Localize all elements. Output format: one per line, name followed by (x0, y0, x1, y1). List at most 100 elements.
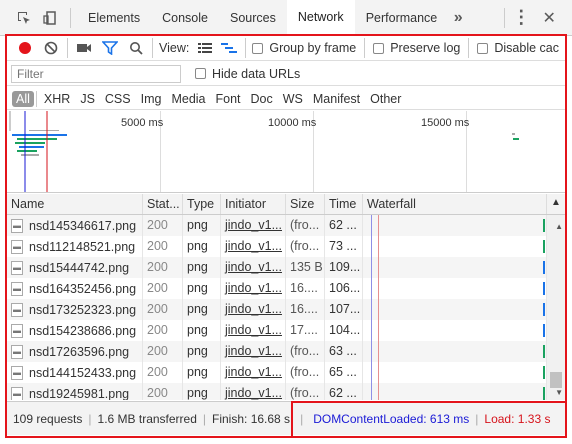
scroll-up-icon[interactable]: ▲ (555, 222, 563, 231)
device-toolbar-icon[interactable] (40, 8, 60, 28)
disable-cache-checkbox[interactable]: Disable cac (477, 41, 559, 55)
type-filter-font[interactable]: Font (211, 92, 246, 106)
request-name: nsd19245981.png (29, 386, 130, 401)
request-initiator[interactable]: jindo_v1... (221, 215, 286, 236)
column-size[interactable]: Size (286, 194, 325, 214)
type-filter-doc[interactable]: Doc (246, 92, 278, 106)
table-row[interactable]: ▬ nsd154238686.png 200 png jindo_v1... 1… (7, 320, 565, 341)
type-filter-manifest[interactable]: Manifest (308, 92, 365, 106)
request-name-cell[interactable]: ▬ nsd144152433.png (7, 362, 143, 383)
group-by-frame-label: Group by frame (269, 41, 357, 55)
scrollbar-track[interactable] (547, 236, 565, 257)
search-icon[interactable] (126, 38, 146, 58)
request-time: 107... (325, 299, 363, 320)
request-name: nsd144152433.png (29, 365, 137, 380)
group-by-frame-checkbox[interactable]: Group by frame (252, 41, 356, 55)
checkbox-box[interactable] (373, 42, 385, 54)
type-filter-all[interactable]: All (12, 90, 34, 107)
type-filter-css[interactable]: CSS (100, 92, 136, 106)
request-initiator[interactable]: jindo_v1... (221, 236, 286, 257)
scrollbar-track[interactable] (547, 299, 565, 320)
capture-screenshots-icon[interactable] (74, 38, 94, 58)
more-tabs-icon[interactable]: » (448, 8, 468, 28)
request-initiator[interactable]: jindo_v1... (221, 257, 286, 278)
toolbar-divider (70, 7, 71, 28)
close-icon[interactable]: ✕ (539, 8, 559, 28)
column-waterfall[interactable]: Waterfall (363, 194, 547, 214)
load-marker (378, 383, 379, 400)
column-type[interactable]: Type (183, 194, 221, 214)
checkbox-box[interactable] (195, 68, 206, 79)
inspect-element-icon[interactable] (14, 8, 34, 28)
request-size: (fro... (286, 236, 325, 257)
request-name-cell[interactable]: ▬ nsd173252323.png (7, 299, 143, 320)
request-name-cell[interactable]: ▬ nsd154238686.png (7, 320, 143, 341)
request-initiator[interactable]: jindo_v1... (221, 299, 286, 320)
tab-sources[interactable]: Sources (219, 0, 287, 36)
dcl-marker (371, 257, 372, 278)
dcl-marker (371, 383, 372, 400)
table-row[interactable]: ▬ nsd19245981.png 200 png jindo_v1... (f… (7, 383, 565, 400)
kebab-menu-icon[interactable]: ⋮ (511, 7, 531, 28)
scrollbar-track[interactable] (547, 278, 565, 299)
column-name[interactable]: Name (7, 194, 143, 214)
scrollbar-thumb[interactable] (550, 372, 562, 388)
request-type: png (183, 362, 221, 383)
request-initiator[interactable]: jindo_v1... (221, 278, 286, 299)
request-name-cell[interactable]: ▬ nsd164352456.png (7, 278, 143, 299)
type-filter-media[interactable]: Media (166, 92, 210, 106)
request-initiator[interactable]: jindo_v1... (221, 362, 286, 383)
scrollbar-track[interactable] (547, 257, 565, 278)
request-status: 200 (143, 341, 183, 362)
tab-console[interactable]: Console (151, 0, 219, 36)
filter-row: Hide data URLs (7, 62, 565, 86)
type-filter-xhr[interactable]: XHR (39, 92, 75, 106)
scrollbar-track[interactable] (547, 341, 565, 362)
column-initiator[interactable]: Initiator (221, 194, 286, 214)
request-name-cell[interactable]: ▬ nsd17263596.png (7, 341, 143, 362)
table-row[interactable]: ▬ nsd17263596.png 200 png jindo_v1... (f… (7, 341, 565, 362)
filter-icon[interactable] (100, 38, 120, 58)
request-name-cell[interactable]: ▬ nsd15444742.png (7, 257, 143, 278)
request-time: 62 ... (325, 383, 363, 400)
column-status[interactable]: Stat... (143, 194, 183, 214)
table-row[interactable]: ▬ nsd144152433.png 200 png jindo_v1... (… (7, 362, 565, 383)
scroll-down-icon[interactable]: ▼ (555, 388, 563, 397)
type-filter-ws[interactable]: WS (278, 92, 308, 106)
record-icon[interactable] (15, 38, 35, 58)
request-name-cell[interactable]: ▬ nsd145346617.png (7, 215, 143, 236)
type-filter-img[interactable]: Img (136, 92, 167, 106)
timeline-overview[interactable]: 5000 ms 10000 ms 15000 ms (7, 111, 565, 193)
table-row[interactable]: ▬ nsd173252323.png 200 png jindo_v1... 1… (7, 299, 565, 320)
preserve-log-checkbox[interactable]: Preserve log (373, 41, 460, 55)
table-row[interactable]: ▬ nsd15444742.png 200 png jindo_v1... 13… (7, 257, 565, 278)
request-name: nsd154238686.png (29, 323, 137, 338)
waterfall-view-icon[interactable] (219, 38, 239, 58)
table-row[interactable]: ▬ nsd112148521.png 200 png jindo_v1... (… (7, 236, 565, 257)
table-row[interactable]: ▬ nsd164352456.png 200 png jindo_v1... 1… (7, 278, 565, 299)
request-time: 62 ... (325, 215, 363, 236)
request-initiator[interactable]: jindo_v1... (221, 320, 286, 341)
clear-icon[interactable] (41, 38, 61, 58)
request-name-cell[interactable]: ▬ nsd19245981.png (7, 383, 143, 400)
type-filter-other[interactable]: Other (365, 92, 406, 106)
table-row[interactable]: ▬ nsd145346617.png 200 png jindo_v1... (… (7, 215, 565, 236)
table-header: Name Stat... Type Initiator Size Time Wa… (7, 194, 565, 215)
request-initiator[interactable]: jindo_v1... (221, 383, 286, 400)
column-time[interactable]: Time (325, 194, 363, 214)
type-filter-js[interactable]: JS (75, 92, 100, 106)
waterfall-bar (543, 345, 545, 358)
scrollbar-track[interactable] (547, 320, 565, 341)
load-marker (378, 299, 379, 320)
hide-data-urls-checkbox[interactable]: Hide data URLs (195, 67, 300, 81)
filter-input[interactable] (11, 64, 181, 83)
large-rows-icon[interactable] (195, 38, 215, 58)
checkbox-box[interactable] (252, 42, 264, 54)
tab-performance[interactable]: Performance (355, 0, 449, 36)
request-initiator[interactable]: jindo_v1... (221, 341, 286, 362)
tab-network[interactable]: Network (286, 0, 355, 36)
sort-up-icon[interactable]: ▲ (547, 194, 565, 214)
checkbox-box[interactable] (477, 42, 489, 54)
request-name-cell[interactable]: ▬ nsd112148521.png (7, 236, 143, 257)
tab-elements[interactable]: Elements (77, 0, 151, 36)
